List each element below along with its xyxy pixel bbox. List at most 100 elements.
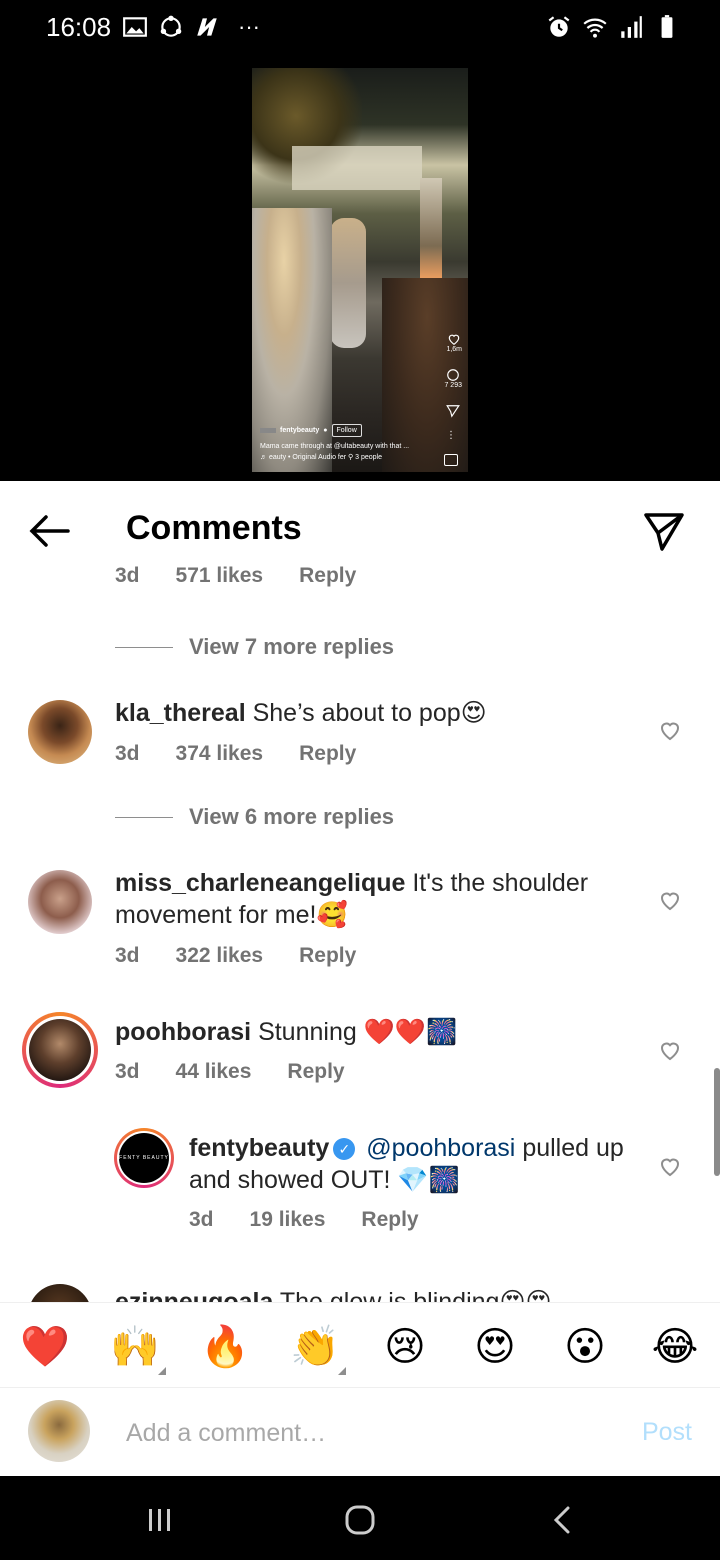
system-nav-bar xyxy=(0,1476,720,1560)
comment-age: 3d xyxy=(115,564,140,587)
comment-username[interactable]: fentybeauty xyxy=(189,1134,329,1162)
divider-line xyxy=(115,646,173,648)
skin-tone-indicator-icon xyxy=(338,1367,346,1375)
view-more-replies[interactable]: View 7 more replies xyxy=(115,634,394,660)
emoji-fire[interactable]: 🔥 xyxy=(199,1321,251,1373)
story-ring-avatar[interactable] xyxy=(22,1012,98,1088)
comment-text: kla_thereal She’s about to pop😍 xyxy=(115,697,655,729)
comment-body: Stunning ❤️❤️🎆 xyxy=(258,1018,458,1046)
scrollbar[interactable] xyxy=(714,1068,720,1176)
emoji-heart-eyes[interactable]: 😍 xyxy=(469,1321,521,1373)
video-username[interactable]: fentybeauty xyxy=(280,425,319,436)
skin-tone-indicator-icon xyxy=(158,1367,166,1375)
comment-username[interactable]: miss_charleneangelique xyxy=(115,869,405,897)
notification-icons: ··· xyxy=(122,14,260,40)
signal-icon xyxy=(621,16,642,38)
comment-likes[interactable]: 322 likes xyxy=(176,944,264,968)
comment-meta: 3d 374 likes Reply xyxy=(115,742,356,766)
like-heart-icon[interactable] xyxy=(658,1038,682,1062)
comment-icon xyxy=(447,369,460,381)
back-arrow-icon[interactable] xyxy=(26,511,72,551)
emoji-reaction-bar: ❤️ 🙌 🔥 👏 😢 😍 😮 😂 xyxy=(0,1302,720,1388)
comment-text: poohborasi Stunning ❤️❤️🎆 xyxy=(115,1016,615,1048)
reply-button[interactable]: Reply xyxy=(299,944,356,968)
comment-likes[interactable]: 374 likes xyxy=(176,742,264,766)
emoji-clap[interactable]: 👏 xyxy=(289,1321,341,1373)
comment-age: 3d xyxy=(115,1060,140,1083)
fenty-logo-icon xyxy=(260,428,276,433)
video-area: 16:08 ··· 1,6m 7 293 ⋮ fentybeauty ● Fol… xyxy=(0,0,720,481)
emoji-laughing[interactable]: 😂 xyxy=(649,1321,701,1373)
send-icon[interactable] xyxy=(446,404,460,418)
fenty-logo-icon: FENTY BEAUTY xyxy=(119,1133,169,1183)
comment-mention[interactable]: @poohborasi xyxy=(366,1134,515,1162)
view-more-replies[interactable]: View 6 more replies xyxy=(115,804,394,830)
verified-badge-icon: ✓ xyxy=(333,1138,356,1161)
video-comment-count: 7 293 xyxy=(444,382,462,389)
audio-thumb-icon[interactable] xyxy=(444,454,458,466)
video-audio-text[interactable]: ♬ eauty • Original Audio fer ⚲ 3 people xyxy=(260,452,450,463)
wifi-icon xyxy=(583,18,607,38)
home-icon[interactable] xyxy=(340,1500,380,1540)
like-heart-icon[interactable] xyxy=(658,1154,682,1178)
comment-likes[interactable]: 44 likes xyxy=(176,1060,252,1084)
post-button[interactable]: Post xyxy=(642,1418,692,1447)
view-replies-label[interactable]: View 6 more replies xyxy=(189,804,394,830)
comment-meta: 3d 44 likes Reply xyxy=(115,1060,345,1084)
avatar[interactable] xyxy=(28,700,92,764)
comment-meta: 3d 322 likes Reply xyxy=(115,944,356,968)
app-screen: 16:08 ··· 1,6m 7 293 ⋮ fentybeauty ● Fol… xyxy=(0,0,720,1560)
comment-age: 3d xyxy=(189,1208,214,1231)
comment-input[interactable] xyxy=(126,1416,606,1450)
emoji-crying[interactable]: 😢 xyxy=(379,1321,431,1373)
video-building xyxy=(292,146,422,190)
video-comment[interactable]: 7 293 xyxy=(444,368,462,389)
back-nav-icon[interactable] xyxy=(544,1500,584,1540)
avatar[interactable] xyxy=(28,870,92,934)
divider-line xyxy=(115,816,173,818)
comment-likes[interactable]: 19 likes xyxy=(250,1208,326,1232)
avatar[interactable] xyxy=(28,1284,92,1302)
recent-apps-icon[interactable] xyxy=(140,1500,180,1540)
avatar-photo xyxy=(29,1019,91,1081)
avatar: FENTY BEAUTY xyxy=(117,1131,171,1185)
video-follow-button[interactable]: Follow xyxy=(331,424,362,437)
video-caption-text: Mama came through at @ultabeauty with th… xyxy=(260,443,410,450)
more-notifications: ··· xyxy=(238,14,260,39)
comment-likes[interactable]: 571 likes xyxy=(176,564,264,588)
video-preview[interactable]: 1,6m 7 293 ⋮ fentybeauty ● Follow Mama c… xyxy=(252,68,468,472)
comment-username[interactable]: poohborasi xyxy=(115,1018,251,1046)
nfc-icon xyxy=(197,18,217,36)
emoji-raised-hands[interactable]: 🙌 xyxy=(109,1321,161,1373)
view-replies-label[interactable]: View 7 more replies xyxy=(189,634,394,660)
reply-button[interactable]: Reply xyxy=(361,1208,418,1232)
comment-username[interactable]: ezinneugoala xyxy=(115,1288,273,1302)
reply-button[interactable]: Reply xyxy=(299,564,356,588)
like-heart-icon[interactable] xyxy=(658,888,682,912)
comment-age: 3d xyxy=(115,944,140,967)
like-heart-icon[interactable] xyxy=(658,718,682,742)
battery-icon xyxy=(661,15,673,38)
comment-text: fentybeauty ✓ @poohborasi pulled up and s… xyxy=(189,1132,639,1196)
status-time: 16:08 xyxy=(46,12,112,42)
comment-input-bar: Post xyxy=(0,1388,720,1476)
story-ring-avatar[interactable]: FENTY BEAUTY xyxy=(114,1128,174,1188)
alarm-icon xyxy=(548,16,570,37)
status-bar: 16:08 ··· xyxy=(0,0,720,56)
video-like-count: 1,6m xyxy=(446,346,462,353)
video-subject xyxy=(330,218,366,348)
reply-button[interactable]: Reply xyxy=(299,742,356,766)
comment-meta: 3d 19 likes Reply xyxy=(189,1208,419,1232)
comment-body: She’s about to pop😍 xyxy=(252,699,487,727)
comment-body: The glow is blinding😍😍 xyxy=(279,1288,552,1302)
page-title: Comments xyxy=(126,509,302,547)
comment-username[interactable]: kla_thereal xyxy=(115,699,246,727)
heart-icon xyxy=(448,334,460,345)
emoji-surprised[interactable]: 😮 xyxy=(559,1321,611,1373)
comment-meta-cut: 3d 571 likes Reply xyxy=(115,564,356,588)
share-icon[interactable] xyxy=(642,509,686,553)
video-like[interactable]: 1,6m xyxy=(446,332,462,353)
reply-button[interactable]: Reply xyxy=(287,1060,344,1084)
emoji-heart[interactable]: ❤️ xyxy=(19,1321,71,1373)
video-caption: fentybeauty ● Follow Mama came through a… xyxy=(260,424,450,463)
